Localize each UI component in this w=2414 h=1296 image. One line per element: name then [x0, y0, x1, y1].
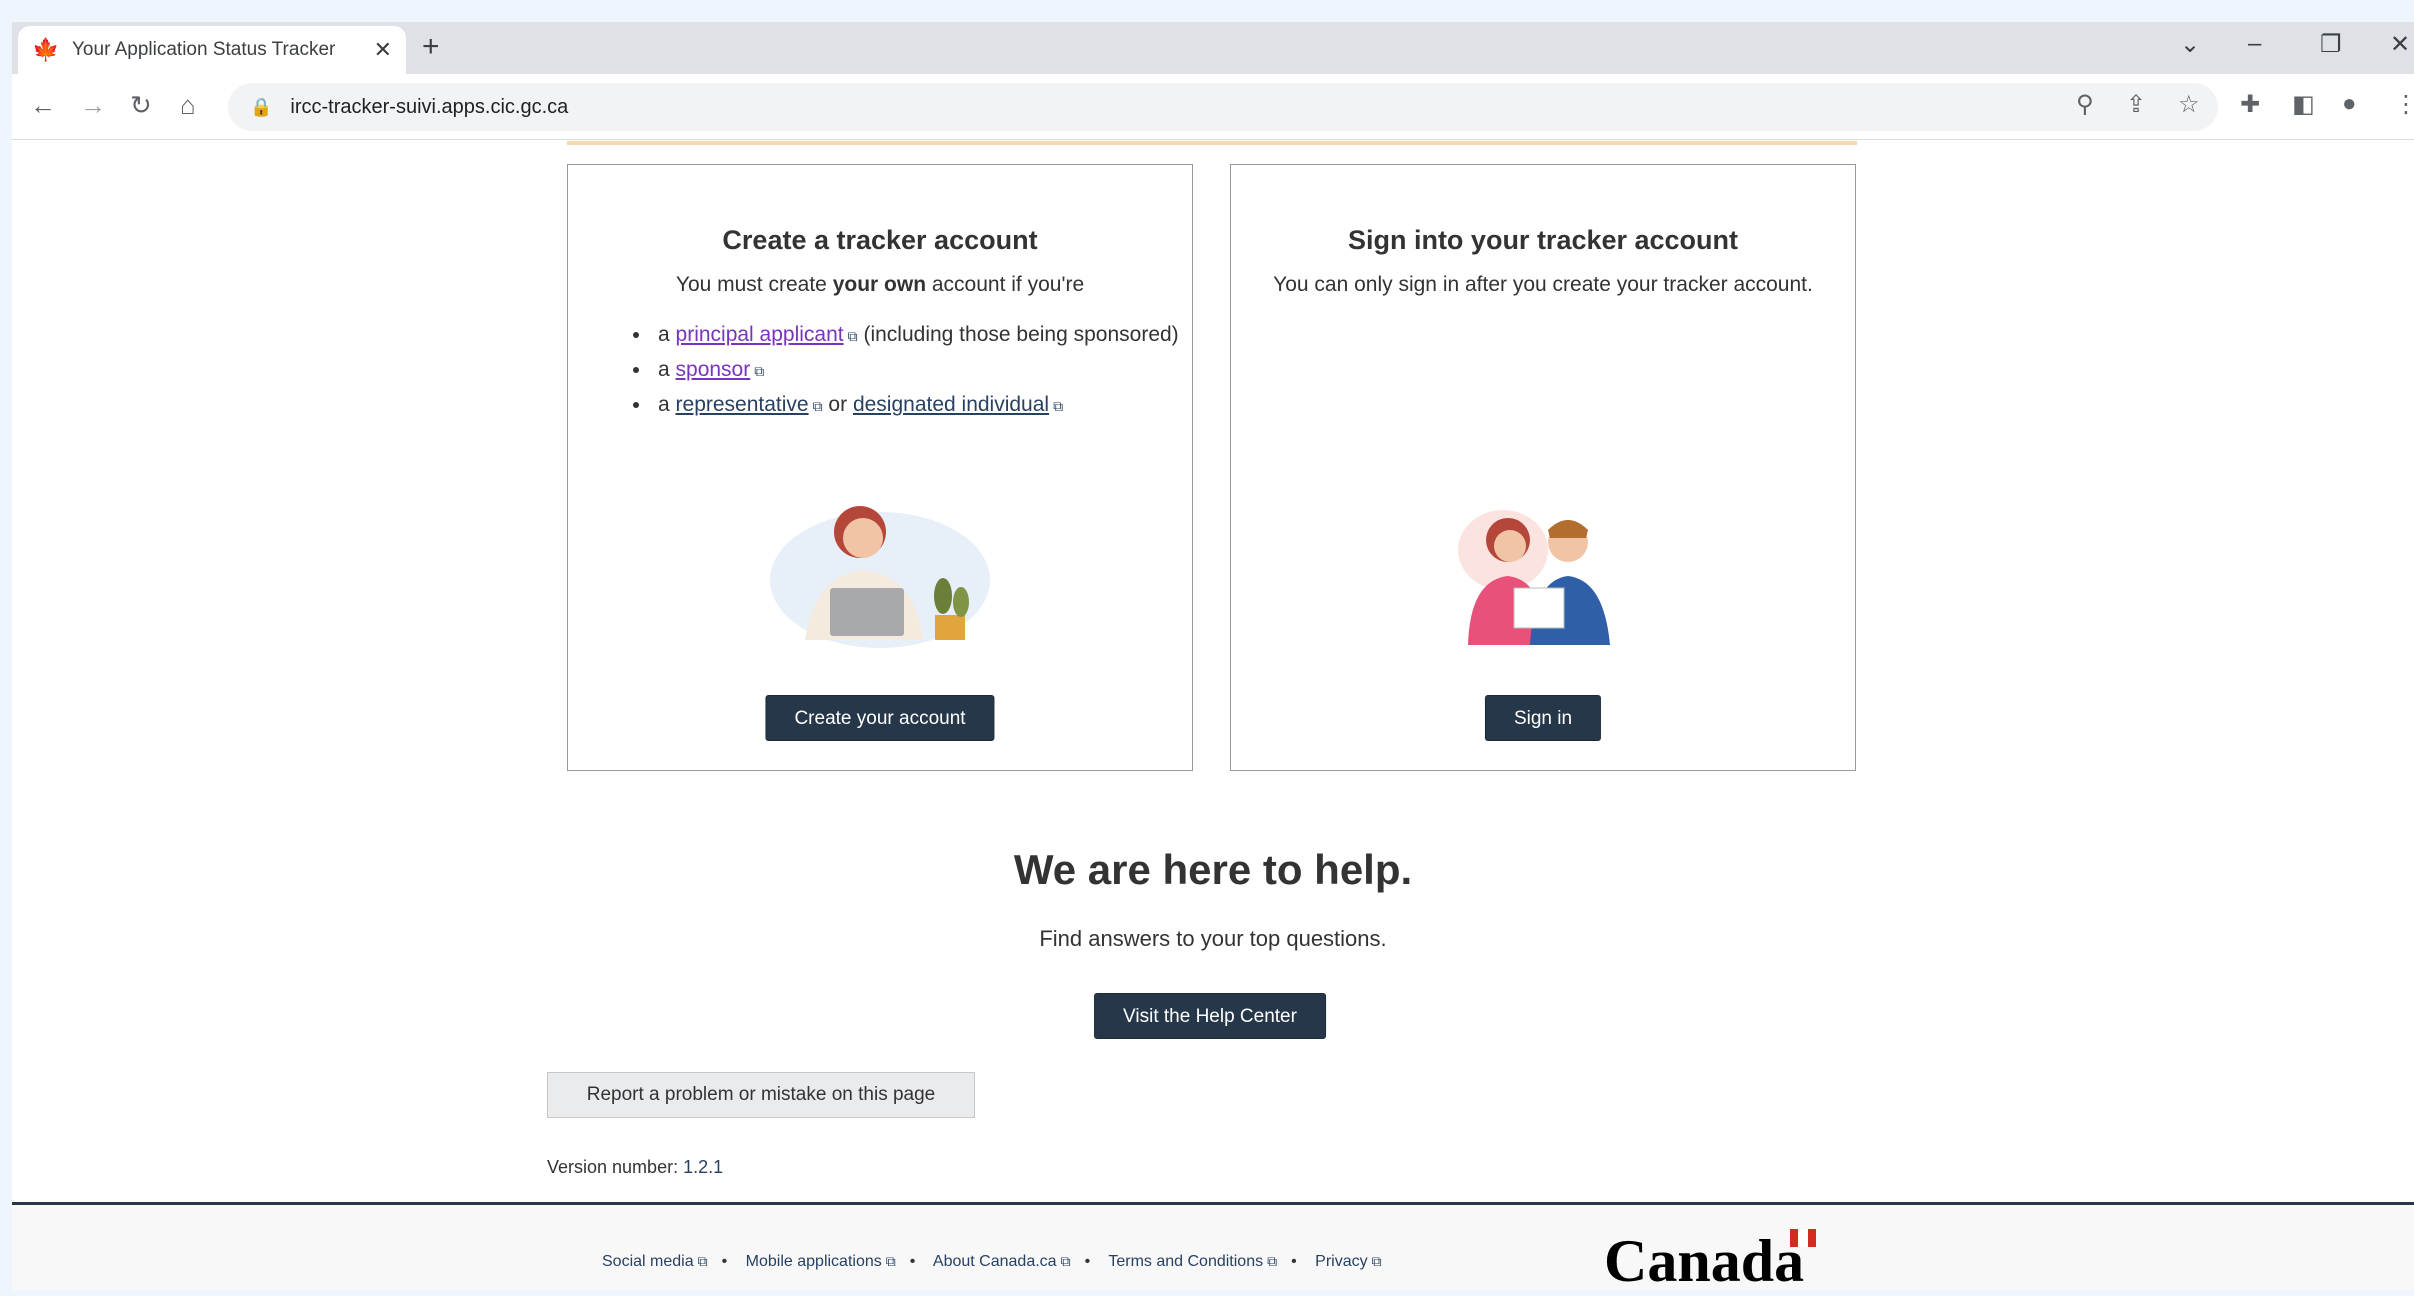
canada-wordmark: Canada: [1604, 1228, 1805, 1294]
principal-applicant-link[interactable]: principal applicant: [676, 323, 844, 346]
menu-icon[interactable]: ⋮: [2394, 90, 2414, 119]
external-link-icon: ⧉: [1371, 1253, 1382, 1269]
external-link-icon: ⧉: [812, 398, 823, 414]
external-link-icon: ⧉: [1267, 1253, 1278, 1269]
canada-flag-icon: [1790, 1229, 1816, 1247]
footer-link-social-media[interactable]: Social media: [602, 1253, 694, 1270]
list-item: a sponsor⧉: [652, 353, 1192, 388]
browser-window: 🍁 Your Application Status Tracker ✕ + ⌄ …: [12, 22, 2414, 1294]
maple-leaf-icon: 🍁: [32, 37, 60, 62]
new-tab-icon[interactable]: +: [422, 32, 440, 62]
version-info: Version number: 1.2.1: [547, 1157, 724, 1177]
external-link-icon: ⧉: [847, 328, 858, 344]
bookmark-star-icon[interactable]: ☆: [2178, 90, 2200, 119]
create-card-intro: You must create your own account if you'…: [675, 273, 1085, 296]
footer-link-privacy[interactable]: Privacy: [1315, 1253, 1367, 1270]
woman-laptop-illustration: [770, 506, 990, 648]
external-link-icon: ⧉: [885, 1253, 896, 1269]
footer-link-terms[interactable]: Terms and Conditions: [1108, 1253, 1263, 1270]
sign-in-card-text: You can only sign in after you create yo…: [1273, 273, 1813, 296]
profile-icon[interactable]: ●: [2342, 90, 2357, 118]
two-people-illustration: [1458, 510, 1610, 645]
external-link-icon: ⧉: [1060, 1253, 1071, 1269]
list-item: a representative⧉ or designated individu…: [652, 388, 1192, 423]
top-rule: [567, 141, 1857, 145]
external-link-icon: ⧉: [754, 363, 765, 379]
back-icon[interactable]: ←: [30, 90, 56, 120]
tab-search-icon[interactable]: ⌄: [2180, 30, 2200, 59]
help-center-button[interactable]: Visit the Help Center: [1094, 993, 1326, 1039]
footer-link-about-canada[interactable]: About Canada.ca: [933, 1253, 1057, 1270]
side-panel-icon[interactable]: ◧: [2292, 90, 2315, 119]
share-icon[interactable]: ⇪: [2126, 90, 2146, 119]
url-text[interactable]: ircc-tracker-suivi.apps.cic.gc.ca: [290, 96, 568, 119]
browser-tab[interactable]: 🍁 Your Application Status Tracker ✕: [18, 26, 406, 74]
reload-icon[interactable]: ↻: [130, 90, 152, 120]
help-title: We are here to help.: [1013, 846, 1413, 893]
create-card-title: Create a tracker account: [722, 225, 1038, 255]
representative-link[interactable]: representative: [676, 393, 809, 416]
sign-in-button[interactable]: Sign in: [1484, 695, 1602, 741]
home-icon[interactable]: ⌂: [180, 90, 196, 120]
footer-links: Social media ⧉ • Mobile applications ⧉ • Abo…: [602, 1253, 1382, 1270]
designated-individual-link[interactable]: designated individual: [853, 393, 1049, 416]
extensions-icon[interactable]: ✚: [2240, 90, 2260, 119]
create-account-card: Create a tracker account You must create…: [567, 164, 1193, 771]
page-footer: Social media ⧉ • Mobile applications ⧉ • Abo…: [12, 1202, 2414, 1294]
minimize-icon[interactable]: –: [2248, 30, 2261, 58]
forward-icon[interactable]: →: [80, 90, 106, 120]
lock-icon[interactable]: 🔒: [250, 97, 272, 118]
help-subtitle: Find answers to your top questions.: [1039, 926, 1387, 951]
tab-strip: 🍁 Your Application Status Tracker ✕ + ⌄ …: [12, 22, 2414, 74]
footer-link-mobile-applications[interactable]: Mobile applications: [746, 1253, 882, 1270]
close-tab-icon[interactable]: ✕: [374, 37, 392, 63]
restore-icon[interactable]: ❐: [2320, 30, 2342, 59]
sign-in-card-title: Sign into your tracker account: [1347, 225, 1739, 255]
sign-in-card: Sign into your tracker account You can o…: [1230, 164, 1856, 771]
sponsor-link[interactable]: sponsor: [676, 358, 751, 381]
close-window-icon[interactable]: ✕: [2390, 30, 2410, 59]
report-problem-button[interactable]: Report a problem or mistake on this page: [547, 1072, 975, 1118]
tab-title: Your Application Status Tracker: [72, 39, 336, 60]
create-account-button[interactable]: Create your account: [765, 695, 995, 741]
list-item: a principal applicant⧉ (including those …: [652, 318, 1192, 353]
browser-toolbar: ← → ↻ ⌂ 🔒 ircc-tracker-suivi.apps.cic.gc…: [12, 74, 2414, 140]
address-bar[interactable]: 🔒 ircc-tracker-suivi.apps.cic.gc.ca: [228, 83, 2218, 131]
page-content: Create a tracker account You must create…: [12, 141, 2414, 1294]
eligibility-list: a principal applicant⧉ (including those …: [628, 318, 1192, 423]
zoom-icon[interactable]: ⚲: [2076, 90, 2094, 119]
external-link-icon: ⧉: [697, 1253, 708, 1269]
external-link-icon: ⧉: [1053, 398, 1064, 414]
